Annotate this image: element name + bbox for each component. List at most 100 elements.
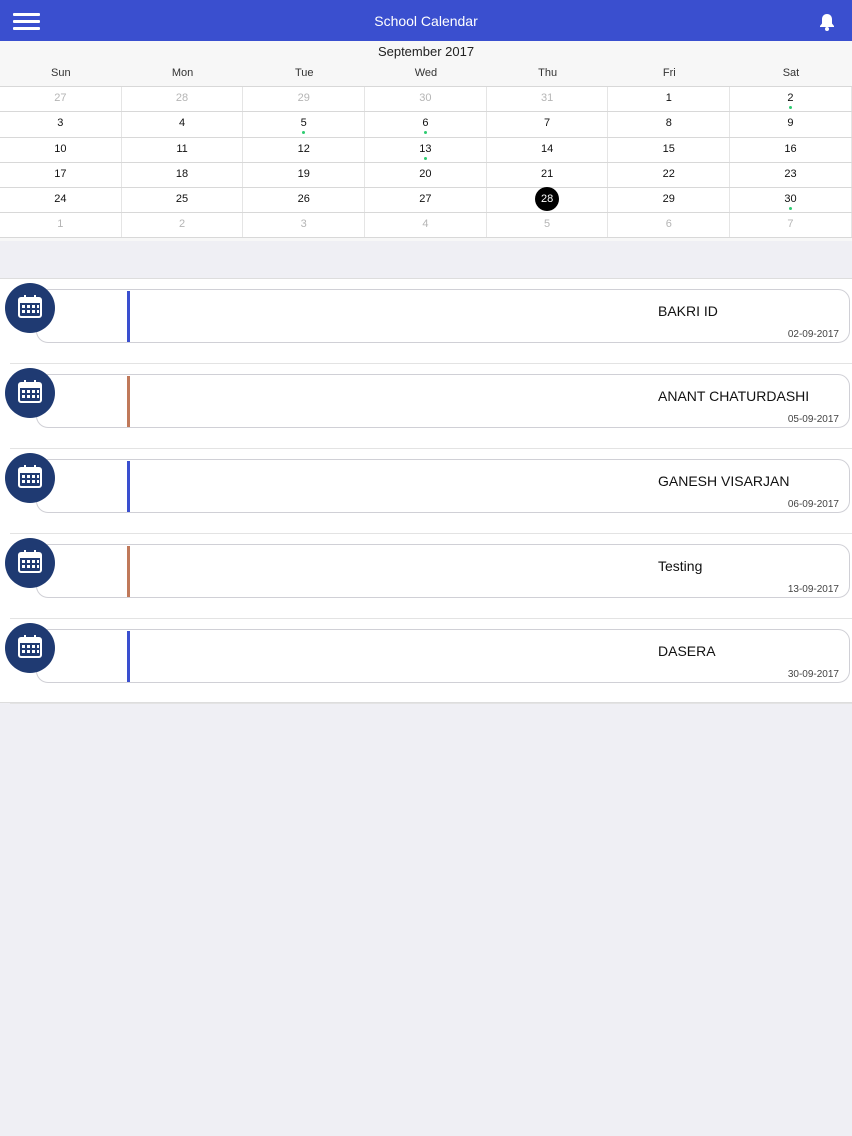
calendar-day[interactable]: 1 bbox=[0, 213, 122, 237]
calendar-week-row: 17 18 19 20 21 22 23 bbox=[0, 161, 852, 188]
calendar-day[interactable]: 20 bbox=[365, 162, 487, 188]
calendar-day[interactable]: 29 bbox=[608, 188, 731, 213]
calendar-day-selected[interactable]: 28 bbox=[487, 187, 609, 213]
calendar-day[interactable]: 18 bbox=[122, 162, 244, 188]
calendar-day[interactable]: 29 bbox=[243, 87, 366, 112]
calendar-day[interactable]: 6 bbox=[608, 213, 731, 237]
event-list-item: GANESH VISARJAN 06-09-2017 bbox=[0, 449, 852, 534]
event-indicator-dot bbox=[423, 156, 427, 160]
calendar-grid: 27 28 29 30 31 1 2 3 4 5 6 7 8 9 10 11 12 13 14 15 16 17 18 19 2… bbox=[0, 86, 852, 238]
day-number: 20 bbox=[419, 167, 432, 180]
calendar-icon bbox=[5, 538, 55, 588]
calendar-day[interactable]: 8 bbox=[608, 112, 731, 137]
event-date: 06-09-2017 bbox=[787, 499, 839, 510]
calendar-day[interactable]: 28 bbox=[122, 87, 244, 112]
day-number: 27 bbox=[419, 193, 432, 206]
calendar-day[interactable]: 17 bbox=[0, 162, 122, 188]
calendar-day[interactable]: 2 bbox=[122, 213, 244, 237]
day-number: 2 bbox=[178, 218, 186, 231]
calendar-day[interactable]: 31 bbox=[487, 87, 609, 112]
day-number: 21 bbox=[540, 167, 554, 180]
calendar-week-row: 24 25 26 27 28 29 30 bbox=[0, 187, 852, 213]
calendar-icon bbox=[5, 368, 55, 418]
calendar-day[interactable]: 12 bbox=[243, 137, 366, 162]
event-date: 05-09-2017 bbox=[787, 414, 839, 425]
event-card[interactable]: ANANT CHATURDASHI 05-09-2017 bbox=[36, 374, 850, 428]
event-list-item: BAKRI ID 02-09-2017 bbox=[0, 279, 852, 364]
calendar-day[interactable]: 19 bbox=[243, 162, 366, 188]
event-indicator-dot bbox=[788, 106, 792, 109]
calendar-day[interactable]: 6 bbox=[365, 112, 487, 137]
calendar-day[interactable]: 1 bbox=[608, 87, 731, 112]
day-number: 14 bbox=[540, 142, 554, 155]
calendar-day[interactable]: 7 bbox=[730, 213, 852, 237]
weekday-label: Thu bbox=[538, 67, 558, 79]
calendar-day[interactable]: 10 bbox=[0, 137, 122, 162]
page-title: School Calendar bbox=[374, 13, 478, 29]
calendar-week-row: 10 11 12 13 14 15 16 bbox=[0, 136, 852, 162]
calendar-day[interactable]: 30 bbox=[730, 188, 852, 213]
event-date: 30-09-2017 bbox=[787, 669, 839, 680]
weekday-label: Mon bbox=[171, 67, 194, 79]
calendar-day[interactable]: 15 bbox=[608, 137, 731, 162]
event-card[interactable]: GANESH VISARJAN 06-09-2017 bbox=[36, 459, 850, 513]
calendar-week-row: 3 4 5 6 7 8 9 bbox=[0, 111, 852, 137]
calendar-day[interactable]: 16 bbox=[730, 137, 852, 162]
day-number: 15 bbox=[662, 142, 675, 155]
calendar-day[interactable]: 4 bbox=[122, 112, 244, 137]
weekday-label: Fri bbox=[662, 67, 676, 79]
day-number: 3 bbox=[57, 117, 64, 130]
day-number: 3 bbox=[300, 218, 307, 231]
calendar-icon bbox=[5, 453, 55, 503]
event-date: 13-09-2017 bbox=[787, 584, 839, 595]
month-label: September 2017 bbox=[377, 44, 475, 59]
event-card[interactable]: Testing 13-09-2017 bbox=[36, 544, 850, 598]
calendar-day[interactable]: 30 bbox=[365, 87, 487, 112]
day-number: 28 bbox=[175, 92, 189, 104]
day-number: 17 bbox=[54, 167, 67, 180]
calendar-day[interactable]: 14 bbox=[487, 137, 609, 162]
calendar-week-row: 27 28 29 30 31 1 2 bbox=[0, 86, 852, 112]
day-number: 4 bbox=[178, 117, 186, 130]
event-list-item: Testing 13-09-2017 bbox=[0, 534, 852, 619]
calendar-day[interactable]: 21 bbox=[487, 162, 609, 188]
calendar-day[interactable]: 3 bbox=[0, 112, 122, 137]
day-number: 8 bbox=[665, 117, 672, 130]
event-indicator-dot bbox=[423, 131, 427, 135]
day-number: 22 bbox=[662, 167, 675, 180]
calendar-day[interactable]: 13 bbox=[365, 137, 487, 162]
day-number: 12 bbox=[297, 142, 310, 155]
calendar-day[interactable]: 27 bbox=[0, 87, 122, 112]
event-card[interactable]: DASERA 30-09-2017 bbox=[36, 629, 850, 683]
month-calendar: September 2017 Sun Mon Tue Wed Thu Fri Sat 27 2… bbox=[0, 41, 852, 241]
event-title: ANANT CHATURDASHI bbox=[658, 388, 810, 404]
calendar-day[interactable]: 22 bbox=[608, 162, 731, 188]
day-number: 28 bbox=[535, 187, 560, 212]
event-color-bar bbox=[127, 376, 130, 427]
day-number: 1 bbox=[665, 92, 672, 104]
day-number: 4 bbox=[422, 218, 429, 231]
day-number: 26 bbox=[297, 193, 310, 206]
calendar-day[interactable]: 11 bbox=[122, 137, 244, 162]
calendar-day[interactable]: 25 bbox=[122, 188, 244, 213]
calendar-day[interactable]: 26 bbox=[243, 188, 366, 213]
calendar-day[interactable]: 7 bbox=[487, 112, 609, 137]
calendar-day[interactable]: 2 bbox=[730, 87, 852, 112]
calendar-day[interactable]: 27 bbox=[365, 188, 487, 213]
event-card[interactable]: BAKRI ID 02-09-2017 bbox=[36, 289, 850, 343]
calendar-day[interactable]: 3 bbox=[243, 213, 366, 237]
day-number: 30 bbox=[784, 193, 797, 206]
bell-icon[interactable] bbox=[817, 12, 837, 32]
calendar-day[interactable]: 5 bbox=[487, 213, 609, 237]
calendar-day[interactable]: 4 bbox=[365, 213, 487, 237]
calendar-week-row: 1 2 3 4 5 6 7 bbox=[0, 212, 852, 238]
day-number: 29 bbox=[662, 193, 675, 206]
day-number: 24 bbox=[54, 193, 67, 206]
calendar-day[interactable]: 5 bbox=[243, 112, 366, 137]
day-number: 27 bbox=[54, 92, 67, 104]
calendar-day[interactable]: 23 bbox=[730, 162, 852, 188]
calendar-day[interactable]: 9 bbox=[730, 112, 852, 137]
event-title: BAKRI ID bbox=[658, 303, 718, 319]
event-color-bar bbox=[127, 631, 130, 682]
calendar-day[interactable]: 24 bbox=[0, 188, 122, 213]
